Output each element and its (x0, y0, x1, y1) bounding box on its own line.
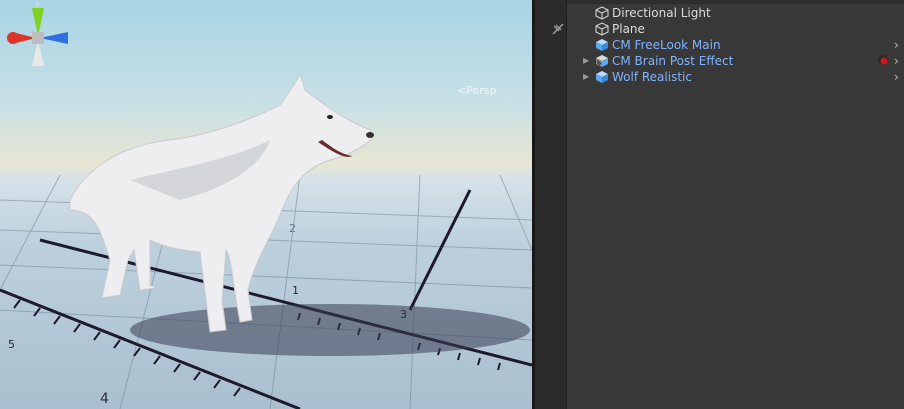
prefab-cube-icon (596, 71, 608, 83)
cube-outline-icon (595, 6, 609, 20)
visibility-toggle-icon[interactable] (551, 22, 565, 36)
scene-grid: 1 2 3 4 5 (0, 72, 532, 409)
projection-label[interactable]: <Persp (457, 84, 496, 97)
expand-arrow-icon[interactable]: ▶ (583, 69, 589, 85)
gizmo-y-label: y (35, 0, 40, 8)
prefab-cube-icon (596, 39, 608, 51)
ruler-label-2: 2 (289, 222, 296, 235)
hierarchy-item-label: Directional Light (612, 6, 711, 20)
hierarchy-header-strip (567, 0, 904, 4)
hierarchy-item-label: CM FreeLook Main (612, 38, 721, 52)
camera-badge-icon (878, 55, 888, 65)
hierarchy-item-label: Plane (612, 22, 645, 36)
scene-view[interactable]: 1 2 3 4 5 y <Persp (0, 0, 532, 409)
hierarchy-item-label: CM Brain Post Effect (612, 54, 734, 68)
ruler-label-3: 3 (400, 308, 407, 321)
chevron-right-icon[interactable]: › (894, 37, 899, 53)
hierarchy-item-directional-light[interactable]: Directional Light (567, 5, 904, 21)
hierarchy-item-cm-brain-post-effect[interactable]: ▶ CM Brain Post Effect › (567, 53, 904, 69)
expand-arrow-icon[interactable]: ▶ (583, 53, 589, 69)
orientation-gizmo[interactable]: y (0, 0, 76, 76)
ruler-label-5: 5 (8, 338, 15, 351)
hierarchy-item-plane[interactable]: Plane (567, 21, 904, 37)
hierarchy-toolstrip (535, 0, 567, 409)
chevron-right-icon[interactable]: › (894, 53, 899, 69)
ruler-label-4: 4 (100, 391, 109, 407)
hierarchy-item-wolf-realistic[interactable]: ▶ Wolf Realistic › (567, 69, 904, 85)
prefab-variant-icon (596, 55, 608, 67)
hierarchy-item-cm-freelook-main[interactable]: CM FreeLook Main › (567, 37, 904, 53)
hierarchy-item-label: Wolf Realistic (612, 70, 692, 84)
ruler-label-1: 1 (292, 284, 299, 297)
cube-outline-icon (595, 22, 609, 36)
chevron-right-icon[interactable]: › (894, 69, 899, 85)
